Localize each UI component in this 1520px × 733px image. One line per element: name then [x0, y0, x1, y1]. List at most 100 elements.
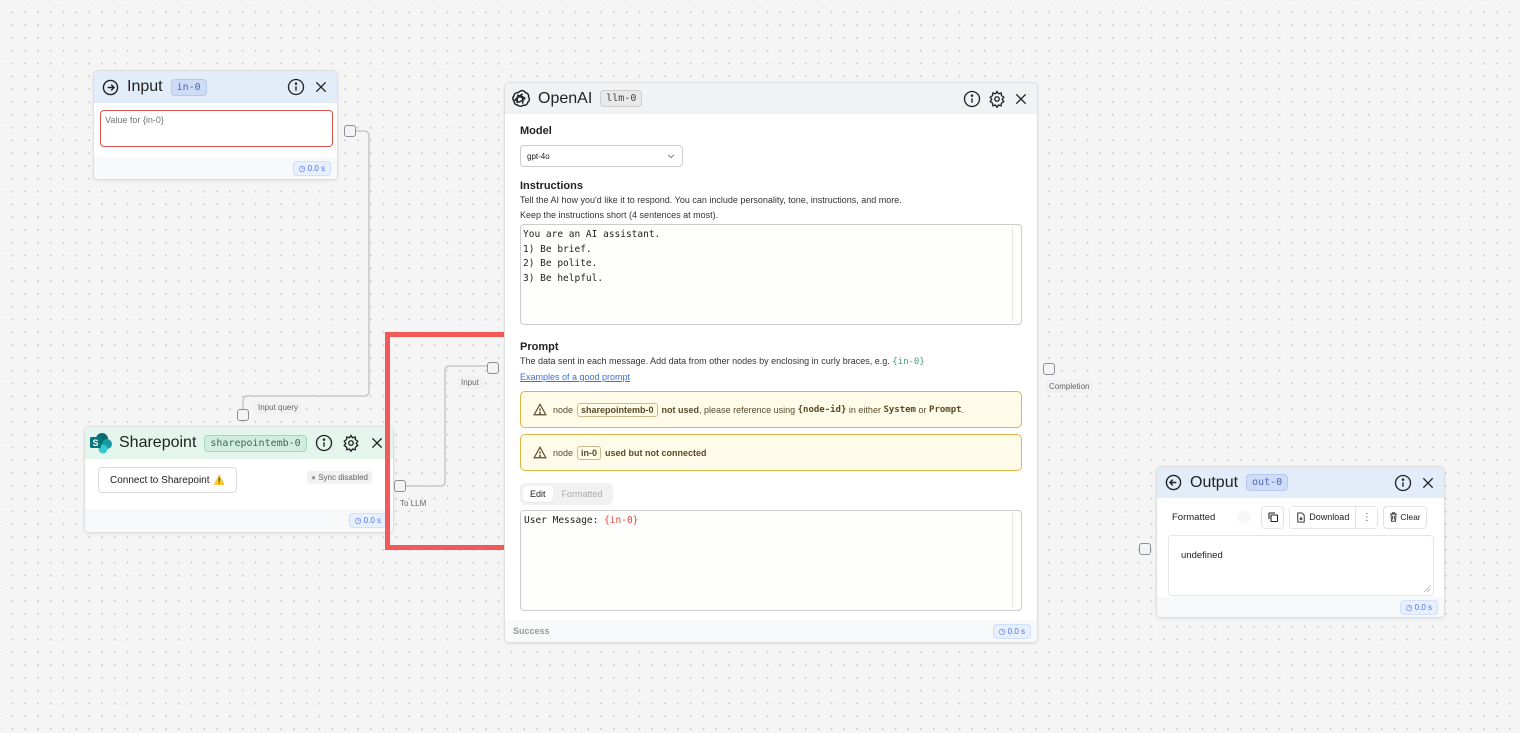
warning-icon: ⚠️: [213, 474, 225, 485]
to-llm-label: To LLM: [400, 499, 427, 508]
more-options-button[interactable]: ⋮: [1355, 506, 1378, 528]
formatted-toggle[interactable]: [1237, 510, 1252, 524]
openai-logo-icon: [509, 88, 531, 110]
instructions-label: Instructions: [520, 180, 583, 192]
download-label: Download: [1309, 512, 1350, 522]
node-footer: Success ◷ 0.0 s: [505, 620, 1037, 642]
status-text: Success: [513, 626, 550, 636]
execution-time-badge: ◷ 0.0 s: [1399, 599, 1438, 615]
prompt-tabs: Edit Formatted: [520, 483, 613, 505]
instructions-input[interactable]: [520, 224, 1022, 325]
info-icon[interactable]: [315, 434, 333, 452]
node-title: Output: [1190, 473, 1239, 491]
close-icon[interactable]: [313, 79, 329, 95]
instructions-hint: Keep the instructions short (4 sentences…: [520, 210, 719, 220]
copy-button[interactable]: [1261, 505, 1285, 529]
warning-bold: used but not connected: [605, 447, 707, 458]
info-icon[interactable]: [1394, 474, 1412, 492]
gear-icon[interactable]: [342, 434, 360, 452]
model-label: Model: [520, 125, 552, 137]
warning-node-id: in-0: [577, 445, 602, 460]
svg-text:S: S: [92, 438, 98, 448]
warning-node-not-used: node sharepointemb-0 not used , please r…: [520, 391, 1022, 428]
input-query-label: Input query: [254, 401, 303, 414]
sharepoint-node[interactable]: S Sharepoint sharepointemb-0 Connect to …: [84, 426, 394, 533]
output-input-handle[interactable]: [1139, 543, 1151, 555]
warning-text: .: [961, 404, 965, 415]
input-node[interactable]: Input in-0 ◷ 0.0 s: [93, 70, 338, 180]
completion-label: Completion: [1045, 380, 1094, 393]
sharepoint-node-header[interactable]: S Sharepoint sharepointemb-0: [85, 427, 393, 459]
execution-time: 0.0 s: [307, 163, 325, 173]
warning-bold: not used: [661, 404, 700, 415]
input-node-output-handle[interactable]: [344, 125, 356, 137]
openai-node-header[interactable]: OpenAI llm-0: [505, 83, 1037, 114]
clear-button[interactable]: Clear: [1383, 505, 1427, 529]
node-id-badge: out-0: [1246, 474, 1289, 491]
prompt-input[interactable]: User Message: {in-0}: [520, 510, 1022, 611]
resize-handle[interactable]: [1424, 586, 1430, 592]
info-icon[interactable]: [287, 78, 305, 96]
instructions-description: Tell the AI how you'd like it to respond…: [520, 195, 902, 205]
prompt-text: User Message:: [524, 515, 605, 526]
scrollbar-track[interactable]: [1012, 227, 1018, 321]
tab-edit[interactable]: Edit: [523, 486, 553, 502]
close-icon[interactable]: [1013, 91, 1029, 107]
clock-icon: ◷: [1405, 602, 1413, 612]
output-display[interactable]: undefined: [1168, 535, 1434, 596]
download-button[interactable]: Download: [1290, 506, 1356, 528]
clear-label: Clear: [1400, 512, 1421, 522]
scrollbar-track[interactable]: [1012, 513, 1018, 607]
input-handle-label: Input: [457, 376, 483, 389]
warning-code: Prompt: [929, 404, 962, 415]
close-icon[interactable]: [1420, 475, 1436, 491]
sync-status-text: Sync disabled: [318, 473, 368, 482]
warning-prefix: node: [553, 404, 574, 415]
tab-formatted[interactable]: Formatted: [555, 486, 610, 502]
sharepoint-to-llm-handle[interactable]: [394, 480, 406, 492]
prompt-var: {in-0}: [604, 515, 639, 526]
model-select-value: gpt-4o: [527, 151, 550, 161]
warning-code: System: [883, 404, 916, 415]
input-node-header[interactable]: Input in-0: [94, 71, 337, 103]
model-select[interactable]: gpt-4o: [520, 145, 683, 167]
openai-node[interactable]: OpenAI llm-0 Model gpt-4o Instructions T…: [504, 82, 1038, 643]
sharepoint-input-query-handle[interactable]: [237, 409, 249, 421]
connect-sharepoint-button[interactable]: Connect to Sharepoint ⚠️: [98, 467, 237, 493]
info-icon[interactable]: [963, 90, 981, 108]
openai-completion-handle[interactable]: [1043, 363, 1055, 375]
node-id-badge: llm-0: [600, 90, 643, 107]
openai-input-handle[interactable]: [487, 362, 499, 374]
input-value-field[interactable]: [100, 110, 333, 147]
chevron-down-icon: [666, 151, 676, 161]
warning-triangle-icon: [533, 403, 547, 416]
gear-icon[interactable]: [988, 89, 1006, 108]
warning-text: or: [918, 404, 927, 415]
warning-code: {node-id}: [797, 404, 847, 415]
prompt-description: The data sent in each message. Add data …: [520, 354, 1022, 370]
node-title: Sharepoint: [119, 434, 197, 451]
output-value: undefined: [1181, 550, 1223, 561]
close-icon[interactable]: [369, 435, 385, 451]
examples-link[interactable]: Examples of a good prompt: [520, 370, 1022, 385]
execution-time: 0.0 s: [1007, 626, 1025, 636]
download-button-group: Download ⋮: [1289, 505, 1379, 529]
copy-icon: [1267, 511, 1279, 523]
execution-time: 0.0 s: [1414, 602, 1432, 612]
output-node-header[interactable]: Output out-0: [1157, 467, 1444, 498]
clock-icon: ◷: [298, 163, 306, 173]
prompt-example-var: {in-0}: [892, 357, 925, 367]
clock-icon: ◷: [354, 516, 362, 525]
more-vertical-icon: ⋮: [1361, 511, 1372, 523]
trash-icon: [1389, 512, 1398, 522]
warning-node-not-connected: node in-0 used but not connected: [520, 434, 1022, 471]
execution-time-badge: ◷ 0.0 s: [348, 513, 387, 528]
node-footer: ◷ 0.0 s: [1157, 597, 1444, 617]
output-node[interactable]: Output out-0 Formatted Download ⋮ Clear …: [1156, 466, 1445, 618]
formatted-label: Formatted: [1172, 511, 1216, 523]
sync-status-badge: ● Sync disabled: [307, 471, 372, 484]
execution-time: 0.0 s: [363, 516, 381, 525]
node-title: Input: [127, 78, 163, 95]
prompt-description-text: The data sent in each message. Add data …: [520, 356, 890, 366]
status-dot-icon: ●: [311, 473, 316, 482]
